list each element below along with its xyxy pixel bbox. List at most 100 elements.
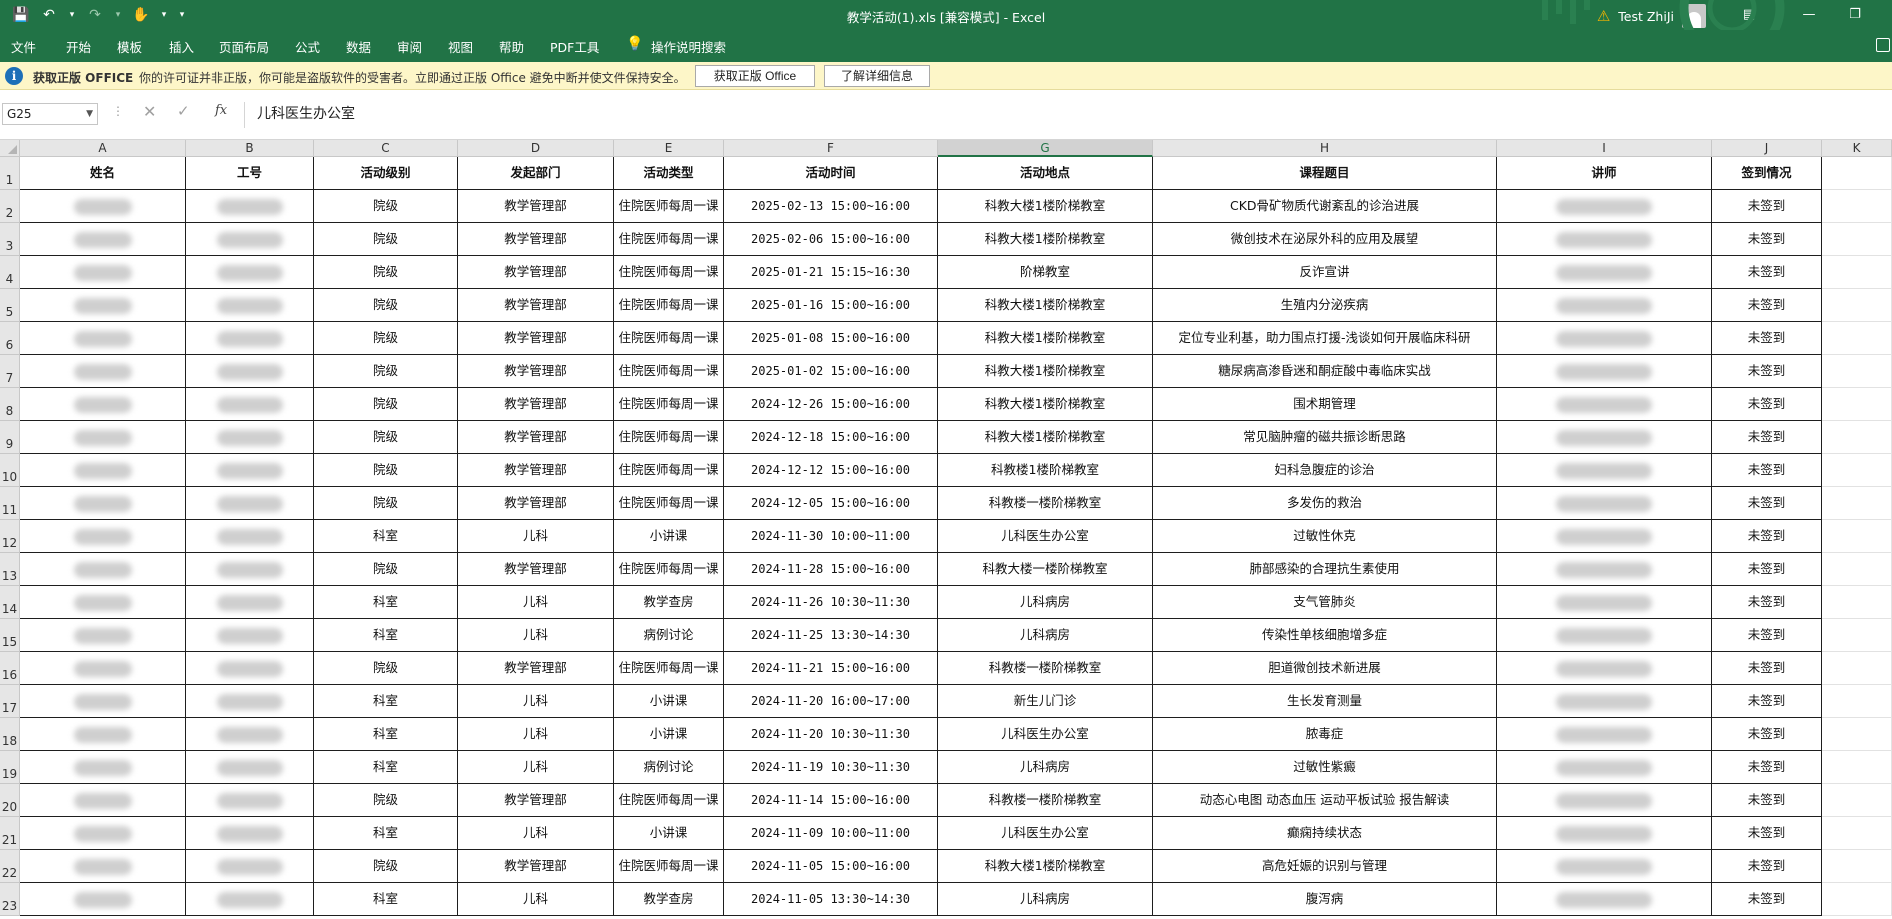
status-cell[interactable]: 未签到 bbox=[1712, 883, 1822, 916]
level-cell[interactable]: 院级 bbox=[314, 553, 458, 586]
empty-cell[interactable] bbox=[1822, 718, 1892, 751]
name-cell[interactable] bbox=[20, 421, 186, 454]
tell-me-search[interactable]: 操作说明搜索 bbox=[651, 37, 726, 56]
lecturer-cell[interactable] bbox=[1497, 850, 1712, 883]
department-cell[interactable]: 教学管理部 bbox=[458, 421, 614, 454]
row-header[interactable]: 2 bbox=[0, 190, 20, 223]
lecturer-cell[interactable] bbox=[1497, 454, 1712, 487]
type-cell[interactable]: 小讲课 bbox=[614, 817, 724, 850]
level-cell[interactable]: 院级 bbox=[314, 421, 458, 454]
level-cell[interactable]: 院级 bbox=[314, 784, 458, 817]
level-cell[interactable]: 科室 bbox=[314, 619, 458, 652]
department-cell[interactable]: 教学管理部 bbox=[458, 322, 614, 355]
place-cell[interactable]: 科教大楼一楼阶梯教室 bbox=[938, 553, 1153, 586]
name-cell[interactable] bbox=[20, 355, 186, 388]
name-cell[interactable] bbox=[20, 817, 186, 850]
place-cell[interactable]: 新生儿门诊 bbox=[938, 685, 1153, 718]
insert-function-icon[interactable]: fx bbox=[215, 103, 227, 118]
department-cell[interactable]: 教学管理部 bbox=[458, 487, 614, 520]
lecturer-cell[interactable] bbox=[1497, 619, 1712, 652]
name-cell[interactable] bbox=[20, 322, 186, 355]
id-cell[interactable] bbox=[186, 718, 314, 751]
status-cell[interactable]: 未签到 bbox=[1712, 289, 1822, 322]
topic-cell[interactable]: 妇科急腹症的诊治 bbox=[1153, 454, 1497, 487]
lecturer-cell[interactable] bbox=[1497, 355, 1712, 388]
lecturer-cell[interactable] bbox=[1497, 487, 1712, 520]
id-cell[interactable] bbox=[186, 454, 314, 487]
name-cell[interactable] bbox=[20, 850, 186, 883]
empty-cell[interactable] bbox=[1822, 586, 1892, 619]
lecturer-cell[interactable] bbox=[1497, 751, 1712, 784]
row-header[interactable]: 13 bbox=[0, 553, 20, 586]
column-header-f[interactable]: F bbox=[724, 140, 938, 157]
minimize-icon[interactable]: — bbox=[1786, 0, 1832, 30]
column-header-b[interactable]: B bbox=[186, 140, 314, 157]
header-cell[interactable]: 课程题目 bbox=[1153, 157, 1497, 190]
topic-cell[interactable]: 糖尿病高渗昏迷和酮症酸中毒临床实战 bbox=[1153, 355, 1497, 388]
row-header[interactable]: 10 bbox=[0, 454, 20, 487]
id-cell[interactable] bbox=[186, 190, 314, 223]
time-cell[interactable]: 2025-01-08 15:00~16:00 bbox=[724, 322, 938, 355]
topic-cell[interactable]: 传染性单核细胞增多症 bbox=[1153, 619, 1497, 652]
department-cell[interactable]: 儿科 bbox=[458, 685, 614, 718]
type-cell[interactable]: 小讲课 bbox=[614, 718, 724, 751]
tab-insert[interactable]: 插入 bbox=[169, 37, 194, 56]
empty-cell[interactable] bbox=[1822, 850, 1892, 883]
type-cell[interactable]: 住院医师每周一课 bbox=[614, 850, 724, 883]
name-cell[interactable] bbox=[20, 223, 186, 256]
empty-cell[interactable] bbox=[1822, 652, 1892, 685]
name-cell[interactable] bbox=[20, 751, 186, 784]
name-cell[interactable] bbox=[20, 784, 186, 817]
header-cell[interactable]: 活动级别 bbox=[314, 157, 458, 190]
level-cell[interactable]: 院级 bbox=[314, 652, 458, 685]
lecturer-cell[interactable] bbox=[1497, 817, 1712, 850]
topic-cell[interactable]: 反诈宣讲 bbox=[1153, 256, 1497, 289]
place-cell[interactable]: 科教大楼1楼阶梯教室 bbox=[938, 421, 1153, 454]
time-cell[interactable]: 2025-02-13 15:00~16:00 bbox=[724, 190, 938, 223]
time-cell[interactable]: 2024-11-20 10:30~11:30 bbox=[724, 718, 938, 751]
topic-cell[interactable]: 胆道微创技术新进展 bbox=[1153, 652, 1497, 685]
place-cell[interactable]: 儿科医生办公室 bbox=[938, 817, 1153, 850]
time-cell[interactable]: 2024-12-05 15:00~16:00 bbox=[724, 487, 938, 520]
row-header[interactable]: 9 bbox=[0, 421, 20, 454]
type-cell[interactable]: 住院医师每周一课 bbox=[614, 784, 724, 817]
type-cell[interactable]: 小讲课 bbox=[614, 520, 724, 553]
ribbon-display-options-icon[interactable]: ▤ bbox=[1726, 0, 1772, 30]
name-cell[interactable] bbox=[20, 487, 186, 520]
header-cell[interactable]: 活动类型 bbox=[614, 157, 724, 190]
header-cell[interactable]: 姓名 bbox=[20, 157, 186, 190]
lecturer-cell[interactable] bbox=[1497, 718, 1712, 751]
place-cell[interactable]: 科教楼一楼阶梯教室 bbox=[938, 652, 1153, 685]
header-cell[interactable]: 活动地点 bbox=[938, 157, 1153, 190]
status-cell[interactable]: 未签到 bbox=[1712, 520, 1822, 553]
row-header[interactable]: 14 bbox=[0, 586, 20, 619]
empty-cell[interactable] bbox=[1822, 817, 1892, 850]
column-header-a[interactable]: A bbox=[20, 140, 186, 157]
name-cell[interactable] bbox=[20, 586, 186, 619]
type-cell[interactable]: 住院医师每周一课 bbox=[614, 487, 724, 520]
type-cell[interactable]: 住院医师每周一课 bbox=[614, 190, 724, 223]
id-cell[interactable] bbox=[186, 322, 314, 355]
topic-cell[interactable]: 围术期管理 bbox=[1153, 388, 1497, 421]
department-cell[interactable]: 教学管理部 bbox=[458, 784, 614, 817]
tab-review[interactable]: 审阅 bbox=[397, 37, 422, 56]
id-cell[interactable] bbox=[186, 652, 314, 685]
empty-cell[interactable] bbox=[1822, 190, 1892, 223]
tab-home[interactable]: 开始 bbox=[66, 37, 91, 56]
account-area[interactable]: ⚠ Test ZhiJi bbox=[1597, 4, 1706, 28]
topic-cell[interactable]: 动态心电图 动态血压 运动平板试验 报告解读 bbox=[1153, 784, 1497, 817]
time-cell[interactable]: 2024-12-18 15:00~16:00 bbox=[724, 421, 938, 454]
name-cell[interactable] bbox=[20, 619, 186, 652]
status-cell[interactable]: 未签到 bbox=[1712, 586, 1822, 619]
type-cell[interactable]: 病例讨论 bbox=[614, 619, 724, 652]
empty-cell[interactable] bbox=[1822, 256, 1892, 289]
time-cell[interactable]: 2024-12-26 15:00~16:00 bbox=[724, 388, 938, 421]
level-cell[interactable]: 科室 bbox=[314, 817, 458, 850]
id-cell[interactable] bbox=[186, 784, 314, 817]
department-cell[interactable]: 教学管理部 bbox=[458, 190, 614, 223]
row-header[interactable]: 3 bbox=[0, 223, 20, 256]
row-header[interactable]: 7 bbox=[0, 355, 20, 388]
empty-cell[interactable] bbox=[1822, 685, 1892, 718]
row-header[interactable]: 16 bbox=[0, 652, 20, 685]
tab-data[interactable]: 数据 bbox=[346, 37, 371, 56]
